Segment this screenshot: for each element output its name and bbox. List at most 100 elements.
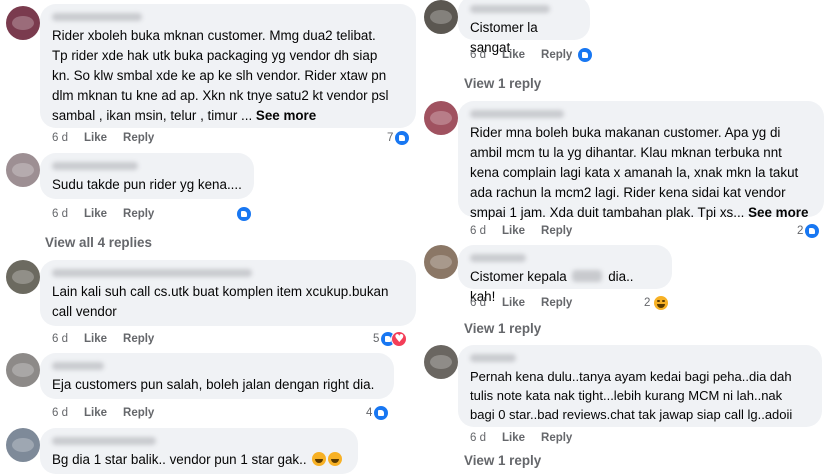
reply-button[interactable]: Reply (123, 130, 154, 146)
comment-line: dlm mknan tu kne ad ap. Xkn nk tnye satu… (52, 88, 389, 103)
reply-button[interactable]: Reply (541, 47, 572, 63)
comment-actions: 6 d Like Reply (52, 130, 154, 146)
like-reaction-icon (236, 205, 252, 222)
view-reply-link[interactable]: View 1 reply (464, 321, 541, 336)
comment-bubble: Sudu takde pun rider yg kena.... (40, 153, 254, 199)
comment-line: tulis note kata nak tight...lebih kurang… (470, 388, 783, 403)
timestamp[interactable]: 6 d (52, 331, 68, 347)
comment-author[interactable] (52, 269, 404, 282)
like-button[interactable]: Like (84, 331, 107, 347)
like-button[interactable]: Like (502, 295, 525, 311)
timestamp[interactable]: 6 d (52, 130, 68, 146)
reply-button[interactable]: Reply (541, 295, 572, 311)
reaction-count: 4 (366, 407, 373, 419)
see-more-link[interactable]: See more (256, 108, 316, 123)
reaction-summary[interactable]: 5 (373, 330, 408, 348)
reply-button[interactable]: Reply (123, 206, 154, 222)
comment-bubble: Eja customers pun salah, boleh jalan den… (40, 353, 394, 399)
comment-text: Rider xboleh buka mknan customer. Mmg du… (52, 26, 404, 126)
comment-line: Rider mna boleh buka makanan customer. A… (470, 125, 781, 140)
reaction-count: 2 (644, 297, 651, 309)
avatar[interactable] (6, 153, 40, 187)
comment-line-text: smpai 1 jam. Xda duit tambahan plak. Tpi… (470, 205, 749, 220)
like-button[interactable]: Like (84, 405, 107, 421)
avatar[interactable] (6, 6, 40, 40)
comment-actions: 6 d Like Reply (470, 295, 572, 311)
comment-author[interactable] (52, 437, 346, 450)
avatar[interactable] (424, 0, 458, 34)
comment-author[interactable] (52, 162, 242, 175)
reaction-summary[interactable]: 2 (797, 222, 821, 240)
reaction-count: 7 (387, 132, 394, 144)
comment-line: Lain kali suh call cs.utk buat komplen i… (52, 284, 389, 299)
comment-author[interactable] (470, 5, 578, 18)
reply-button[interactable]: Reply (123, 405, 154, 421)
avatar[interactable] (6, 428, 40, 462)
timestamp[interactable]: 6 d (470, 430, 486, 446)
comment-actions: 6 d Like Reply (52, 405, 154, 421)
comment-bubble: Bg dia 1 star balik.. vendor pun 1 star … (40, 428, 358, 474)
laughing-emoji-icon (328, 452, 343, 466)
comment-actions: 6 d Like Reply (52, 331, 154, 347)
reaction-summary[interactable]: 2 (644, 294, 670, 312)
comment-author[interactable] (470, 354, 810, 367)
comment-author[interactable] (52, 362, 382, 375)
like-button[interactable]: Like (84, 206, 107, 222)
view-all-replies-link[interactable]: View all 4 replies (45, 235, 152, 250)
like-reaction-icon (804, 223, 821, 239)
reaction-count: 2 (797, 225, 804, 237)
reaction-summary[interactable]: 7 (387, 129, 411, 147)
comment-bubble: Rider mna boleh buka makanan customer. A… (458, 101, 824, 220)
comment-bubble: Pernah kena dulu..tanya ayam kedai bagi … (458, 345, 822, 427)
comment-line: Rider xboleh buka mknan customer. Mmg du… (52, 28, 376, 43)
reply-button[interactable]: Reply (541, 430, 572, 446)
like-reaction-icon (577, 46, 593, 63)
comment-text: Lain kali suh call cs.utk buat komplen i… (52, 282, 404, 322)
like-button[interactable]: Like (502, 430, 525, 446)
timestamp[interactable]: 6 d (470, 47, 486, 63)
comment-line: kn. So klw smbal xde ke ap ke slh vendor… (52, 68, 387, 83)
reaction-count: 5 (373, 333, 380, 345)
comment-author[interactable] (470, 254, 660, 267)
view-reply-link[interactable]: View 1 reply (464, 453, 541, 468)
comment-line: sambal , ikan msin, telur , timur ... Se… (52, 106, 404, 126)
like-button[interactable]: Like (502, 223, 525, 239)
avatar[interactable] (6, 353, 40, 387)
laughing-emoji-icon (312, 452, 327, 466)
comment-author[interactable] (470, 110, 812, 123)
timestamp[interactable]: 6 d (52, 405, 68, 421)
comment-line: ada rachun la mcm2 lagi. Rider kena sida… (470, 185, 786, 200)
reaction-summary[interactable] (236, 205, 252, 223)
like-button[interactable]: Like (84, 130, 107, 146)
comment-line: bagi 0 star..bad reviews.chat tak jawap … (470, 407, 793, 422)
comment-bubble: Cistomer la sangat (458, 0, 590, 55)
timestamp[interactable]: 6 d (470, 295, 486, 311)
comment-text-content: Bg dia 1 star balik.. vendor pun 1 star … (52, 452, 307, 467)
avatar[interactable] (424, 245, 458, 279)
reply-button[interactable]: Reply (541, 223, 572, 239)
avatar[interactable] (424, 345, 458, 379)
comment-line: Tp rider xde hak utk buka packaging yg v… (52, 48, 378, 63)
redacted-word (572, 270, 603, 282)
comment-author[interactable] (52, 13, 404, 26)
comment-line-text: sambal , ikan msin, telur , timur ... (52, 108, 256, 123)
view-reply-link[interactable]: View 1 reply (464, 76, 541, 91)
timestamp[interactable]: 6 d (52, 206, 68, 222)
love-reaction-icon (391, 330, 408, 348)
reaction-summary[interactable]: 4 (366, 404, 390, 422)
reaction-summary[interactable] (577, 46, 593, 64)
comment-text-start: Cistomer kepala (470, 269, 567, 284)
comment-line: call vendor (52, 304, 117, 319)
comment-text: Pernah kena dulu..tanya ayam kedai bagi … (470, 367, 810, 424)
comment-line: smpai 1 jam. Xda duit tambahan plak. Tpi… (470, 203, 812, 223)
timestamp[interactable]: 6 d (470, 223, 486, 239)
see-more-link[interactable]: See more (748, 205, 808, 220)
reply-button[interactable]: Reply (123, 331, 154, 347)
comment-line: ambil mcm tu la yg dihantar. Klau mknan … (470, 145, 782, 160)
comment-actions: 6 d Like Reply (470, 47, 572, 63)
like-button[interactable]: Like (502, 47, 525, 63)
avatar[interactable] (424, 101, 458, 135)
avatar[interactable] (6, 260, 40, 294)
comment-actions: 6 d Like Reply (470, 223, 572, 239)
comment-text: Rider mna boleh buka makanan customer. A… (470, 123, 812, 223)
